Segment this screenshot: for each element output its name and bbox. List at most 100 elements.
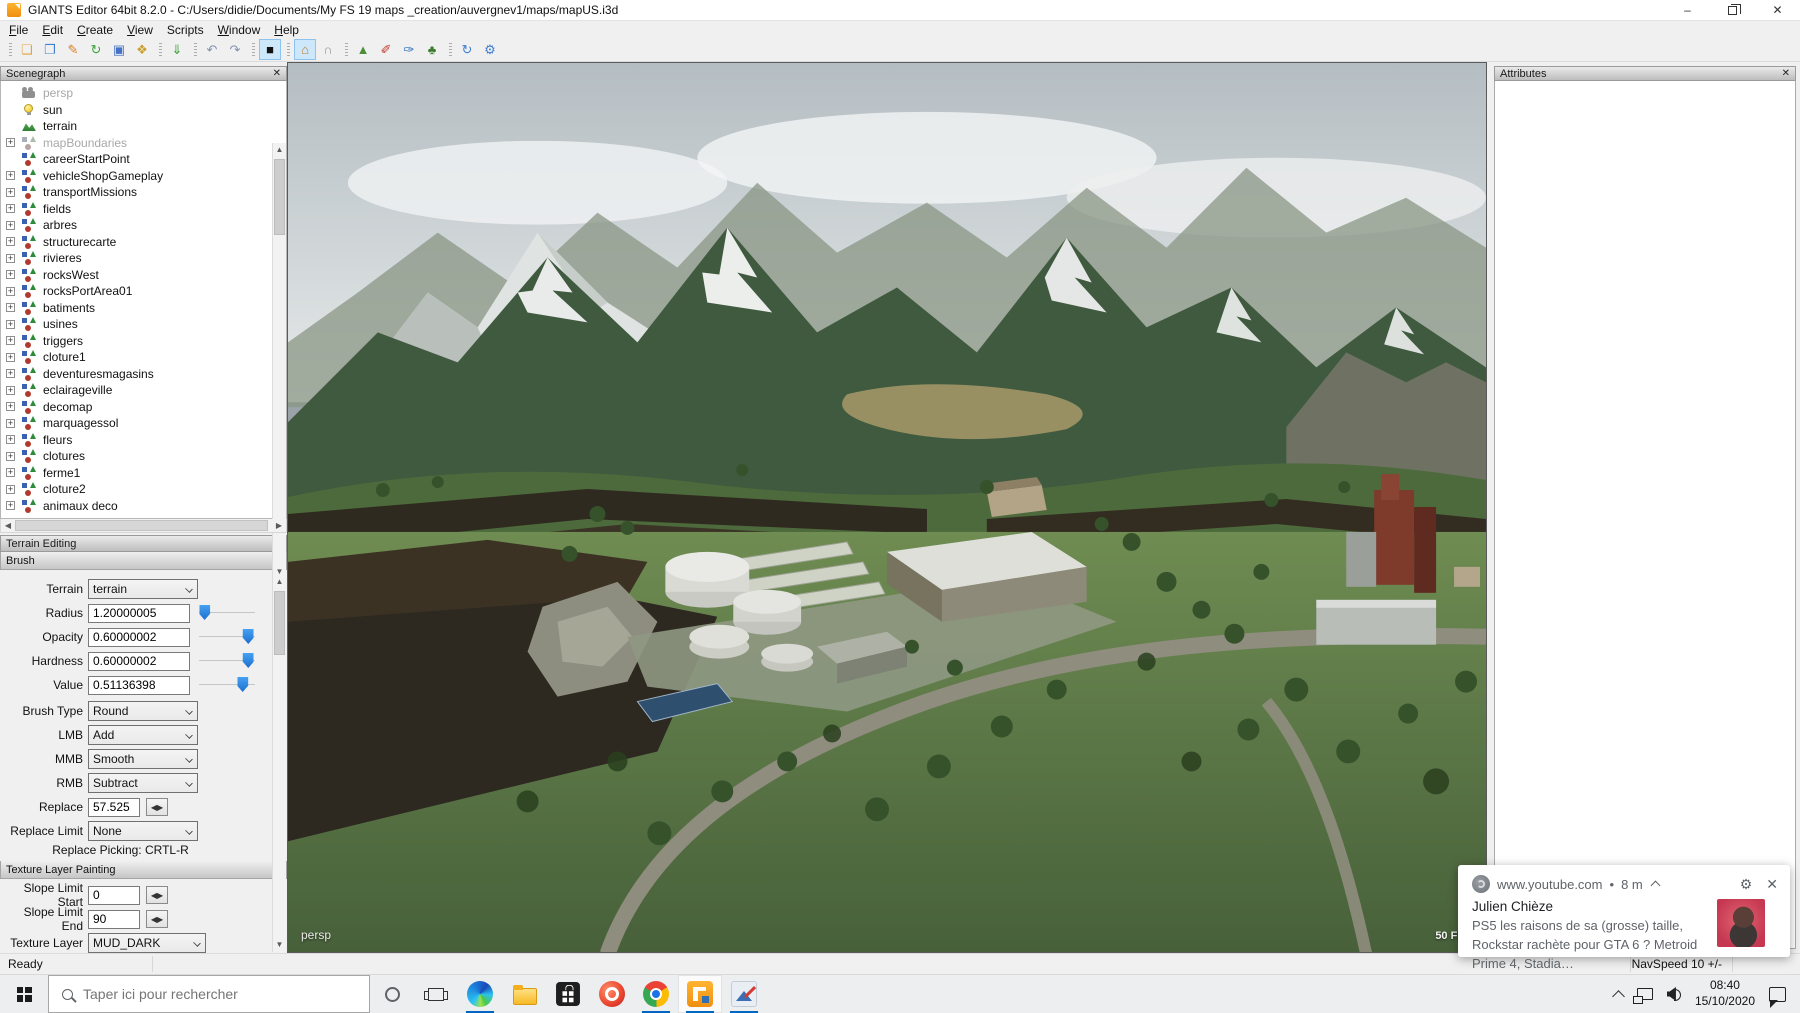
script-run-icon[interactable]: ↻ xyxy=(456,39,478,60)
scenegraph-item[interactable]: + rocksPortArea01 xyxy=(5,283,270,300)
value-slider[interactable] xyxy=(199,675,255,695)
menu-item[interactable]: Help xyxy=(267,22,306,38)
scenegraph-item[interactable]: + persp xyxy=(5,85,270,102)
menu-item[interactable]: File xyxy=(2,22,35,38)
texture-layer-painting-header[interactable]: Texture Layer Painting ▼ xyxy=(0,861,287,879)
opacity-input[interactable] xyxy=(88,628,190,647)
search-input[interactable] xyxy=(83,986,353,1002)
expand-toggle-icon[interactable]: + xyxy=(5,417,18,430)
clock[interactable]: 08:40 15/10/2020 xyxy=(1695,978,1755,1009)
taskbar-giants-editor[interactable] xyxy=(678,975,722,1013)
start-button[interactable] xyxy=(0,975,48,1013)
slider-handle[interactable] xyxy=(243,629,254,644)
expand-toggle-icon[interactable]: + xyxy=(5,252,18,265)
tree-placement-icon[interactable]: ♣ xyxy=(421,39,443,60)
minimize-button[interactable]: – xyxy=(1665,0,1710,20)
scenegraph-item[interactable]: + animaux deco xyxy=(5,498,270,515)
scroll-left-icon[interactable]: ◀ xyxy=(1,519,15,532)
expand-toggle-icon[interactable]: + xyxy=(5,334,18,347)
scenegraph-item[interactable]: + marquagessol xyxy=(5,415,270,432)
expand-toggle-icon[interactable]: + xyxy=(5,186,18,199)
close-icon[interactable]: ✕ xyxy=(273,68,281,79)
menu-item[interactable]: View xyxy=(120,22,160,38)
edit-file-icon[interactable]: ✎ xyxy=(62,39,84,60)
expand-toggle-icon[interactable]: + xyxy=(5,235,18,248)
scenegraph-item[interactable]: + rocksWest xyxy=(5,267,270,284)
expand-toggle-icon[interactable]: + xyxy=(5,103,18,116)
save-icon[interactable]: ▣ xyxy=(108,39,130,60)
redo-icon[interactable]: ↷ xyxy=(224,39,246,60)
hardness-slider[interactable] xyxy=(199,651,255,671)
slope-limit-end-stepper[interactable]: ◀▶ xyxy=(146,910,168,928)
task-view-button[interactable] xyxy=(414,975,458,1013)
scenegraph-item[interactable]: + structurecarte xyxy=(5,234,270,251)
menu-item[interactable]: Scripts xyxy=(160,22,211,38)
import-icon[interactable]: ⇓ xyxy=(166,39,188,60)
scrollbar-thumb[interactable] xyxy=(15,520,268,531)
slider-handle[interactable] xyxy=(237,677,248,692)
terrain-paint-icon[interactable]: ✐ xyxy=(375,39,397,60)
volume-icon[interactable] xyxy=(1667,987,1681,1001)
3d-viewport[interactable]: persp 50 FPS xyxy=(287,62,1487,953)
expand-toggle-icon[interactable]: + xyxy=(5,87,18,100)
scenegraph-item[interactable]: + terrain xyxy=(5,118,270,135)
terrain-panel-scrollbar[interactable]: ▲ ▼ xyxy=(272,575,286,952)
scenegraph-item[interactable]: + arbres xyxy=(5,217,270,234)
taskbar-file-explorer[interactable] xyxy=(502,975,546,1013)
open-file-icon[interactable]: ❐ xyxy=(39,39,61,60)
scenegraph-vertical-scrollbar[interactable]: ▲ ▼ xyxy=(272,143,286,579)
expand-toggle-icon[interactable]: + xyxy=(5,483,18,496)
taskbar-image-app[interactable] xyxy=(722,975,766,1013)
expand-toggle-icon[interactable]: + xyxy=(5,433,18,446)
scenegraph-item[interactable]: + mapBoundaries xyxy=(5,135,270,152)
expand-toggle-icon[interactable]: + xyxy=(5,285,18,298)
slope-limit-start-stepper[interactable]: ◀▶ xyxy=(146,886,168,904)
radius-slider[interactable] xyxy=(199,603,255,623)
scenegraph-item[interactable]: + sun xyxy=(5,102,270,119)
scenegraph-item[interactable]: + decomap xyxy=(5,399,270,416)
scenegraph-item[interactable]: + rivieres xyxy=(5,250,270,267)
home-camera-icon[interactable]: ⌂ xyxy=(294,39,316,60)
close-button[interactable]: ✕ xyxy=(1755,0,1800,20)
menu-item[interactable]: Edit xyxy=(35,22,70,38)
rmb-select[interactable]: Subtract xyxy=(88,773,198,793)
expand-toggle-icon[interactable]: + xyxy=(5,301,18,314)
script-settings-icon[interactable]: ⚙ xyxy=(479,39,501,60)
terrain-sculpt-icon[interactable]: ▲ xyxy=(352,39,374,60)
texture-layer-select[interactable]: MUD_DARK xyxy=(88,933,206,953)
network-icon[interactable] xyxy=(1637,988,1653,1000)
expand-toggle-icon[interactable]: + xyxy=(5,351,18,364)
scenegraph-item[interactable]: + triggers xyxy=(5,333,270,350)
chrome-notification[interactable]: www.youtube.com • 8 m ⚙ ✕ Julien Chièze … xyxy=(1458,865,1790,957)
scenegraph-item[interactable]: + eclairageville xyxy=(5,382,270,399)
scroll-up-icon[interactable]: ▲ xyxy=(273,143,286,157)
menu-item[interactable]: Create xyxy=(70,22,120,38)
save-as-icon[interactable]: ❖ xyxy=(131,39,153,60)
cortana-button[interactable] xyxy=(370,975,414,1013)
slope-limit-end-input[interactable] xyxy=(88,910,140,929)
notification-close-icon[interactable]: ✕ xyxy=(1766,876,1778,893)
scenegraph-item[interactable]: + batiments xyxy=(5,300,270,317)
scenegraph-horizontal-scrollbar[interactable]: ◀ ▶ xyxy=(0,519,287,533)
close-icon[interactable]: ✕ xyxy=(1782,68,1790,79)
replace-limit-select[interactable]: None xyxy=(88,821,198,841)
restore-button[interactable] xyxy=(1710,0,1755,20)
notification-settings-icon[interactable]: ⚙ xyxy=(1740,876,1753,893)
hidden-icons-chevron[interactable] xyxy=(1612,990,1625,1003)
taskbar-chrome[interactable] xyxy=(634,975,678,1013)
action-center-icon[interactable] xyxy=(1769,987,1786,1002)
expand-toggle-icon[interactable]: + xyxy=(5,318,18,331)
reload-icon[interactable]: ↻ xyxy=(85,39,107,60)
hardness-input[interactable] xyxy=(88,652,190,671)
scenegraph-item[interactable]: + ferme1 xyxy=(5,465,270,482)
scenegraph-item[interactable]: + fleurs xyxy=(5,432,270,449)
expand-toggle-icon[interactable]: + xyxy=(5,268,18,281)
selection-mode-icon[interactable]: ■ xyxy=(259,39,281,60)
menu-item[interactable]: Window xyxy=(211,22,268,38)
expand-toggle-icon[interactable]: + xyxy=(5,136,18,149)
scrollbar-thumb[interactable] xyxy=(274,591,285,655)
scenegraph-item[interactable]: + usines xyxy=(5,316,270,333)
lmb-select[interactable]: Add xyxy=(88,725,198,745)
slope-limit-start-input[interactable] xyxy=(88,886,140,905)
scenegraph-item[interactable]: + vehicleShopGameplay xyxy=(5,168,270,185)
